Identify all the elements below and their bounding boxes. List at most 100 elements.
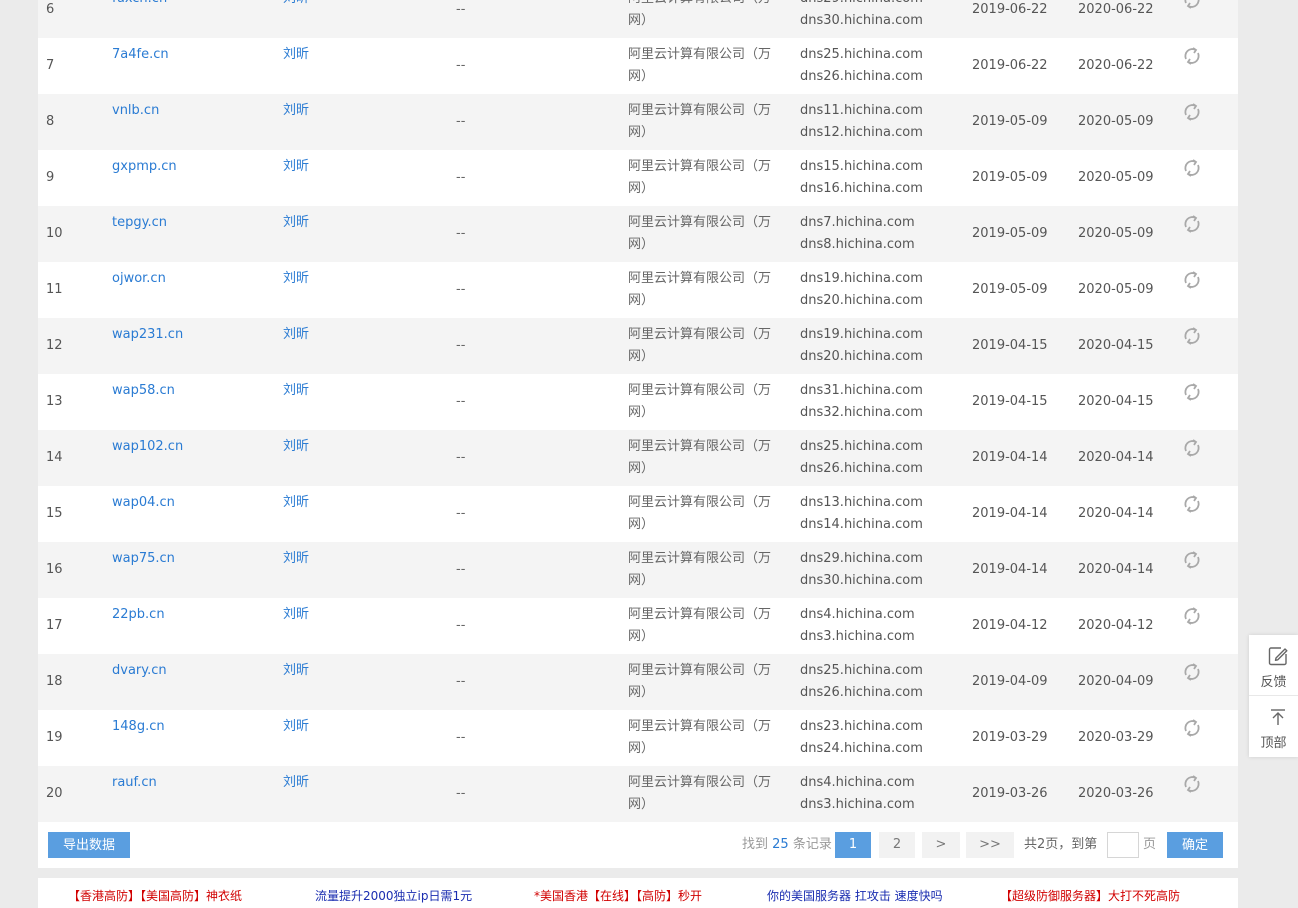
confirm-goto-button[interactable]: 确定 [1167,832,1223,858]
refresh-icon[interactable] [1182,382,1206,406]
owner-link[interactable]: 刘昕 [283,324,309,346]
row-number: 11 [46,282,63,297]
refresh-icon[interactable] [1182,102,1206,126]
expiration-date: 2020-04-15 [1078,394,1154,409]
table-row: 15 wap04.cn 刘昕 -- 阿里云计算有限公司（万网） dns13.hichina… [38,486,1238,542]
registrar-text: 阿里云计算有限公司（万网） [628,215,772,252]
dns-server-2: dns26.hichina.com [800,69,923,84]
empty-value: -- [456,394,466,409]
domain-link[interactable]: gxpmp.cn [112,156,177,178]
registration-date: 2019-04-15 [972,394,1048,409]
registration-date: 2019-04-09 [972,674,1048,689]
table-row: 12 wap231.cn 刘昕 -- 阿里云计算有限公司（万网） dns19.hichin… [38,318,1238,374]
registrar-text: 阿里云计算有限公司（万网） [628,551,772,588]
owner-link[interactable]: 刘昕 [283,44,309,66]
empty-value: -- [456,170,466,185]
refresh-icon[interactable] [1182,718,1206,742]
refresh-icon[interactable] [1182,270,1206,294]
registration-date: 2019-03-26 [972,786,1048,801]
refresh-icon[interactable] [1182,494,1206,518]
row-number: 15 [46,506,63,521]
dns-server-1: dns19.hichina.com [800,271,923,286]
dns-servers: dns29.hichina.com dns30.hichina.com [800,548,923,592]
domain-link[interactable]: 22pb.cn [112,604,165,626]
dns-servers: dns29.hichina.com dns30.hichina.com [800,0,923,32]
table-row: 11 ojwor.cn 刘昕 -- 阿里云计算有限公司（万网） dns19.hichina… [38,262,1238,318]
owner-link[interactable]: 刘昕 [283,716,309,738]
page-2-button[interactable]: 2 [879,832,915,858]
domain-link[interactable]: ojwor.cn [112,268,166,290]
refresh-icon[interactable] [1182,438,1206,462]
owner-link[interactable]: 刘昕 [283,380,309,402]
domain-link[interactable]: wap58.cn [112,380,175,402]
owner-link[interactable]: 刘昕 [283,436,309,458]
registration-date: 2019-06-22 [972,2,1048,17]
owner-link[interactable]: 刘昕 [283,604,309,626]
dns-servers: dns23.hichina.com dns24.hichina.com [800,716,923,760]
dns-server-1: dns19.hichina.com [800,327,923,342]
dns-servers: dns11.hichina.com dns12.hichina.com [800,100,923,144]
domain-link[interactable]: fuxcn.cn [112,0,167,10]
domain-link[interactable]: wap04.cn [112,492,175,514]
empty-value: -- [456,338,466,353]
goto-page-input[interactable] [1107,832,1139,858]
domain-link[interactable]: 7a4fe.cn [112,44,169,66]
owner-link[interactable]: 刘昕 [283,0,309,10]
refresh-icon[interactable] [1182,0,1206,14]
refresh-icon[interactable] [1182,774,1206,798]
expiration-date: 2020-04-12 [1078,618,1154,633]
owner-link[interactable]: 刘昕 [283,660,309,682]
dns-server-1: dns7.hichina.com [800,215,915,230]
domain-table: 6 fuxcn.cn 刘昕 -- 阿里云计算有限公司（万网） dns29.hichina.… [38,0,1238,822]
owner-link[interactable]: 刘昕 [283,268,309,290]
domain-link[interactable]: wap75.cn [112,548,175,570]
domain-link[interactable]: tepgy.cn [112,212,167,234]
dns-servers: dns19.hichina.com dns20.hichina.com [800,324,923,368]
back-to-top-button[interactable]: 顶部 [1249,696,1298,756]
domain-link[interactable]: vnlb.cn [112,100,159,122]
refresh-icon[interactable] [1182,326,1206,350]
export-data-button[interactable]: 导出数据 [48,832,130,858]
dns-server-2: dns32.hichina.com [800,405,923,420]
page-unit-label: 页 [1143,837,1157,852]
last-page-button[interactable]: >> [966,832,1014,858]
owner-link[interactable]: 刘昕 [283,492,309,514]
row-number: 20 [46,786,63,801]
dns-server-2: dns20.hichina.com [800,293,923,308]
dns-server-2: dns3.hichina.com [800,629,915,644]
expiration-date: 2020-05-09 [1078,170,1154,185]
dns-server-2: dns30.hichina.com [800,13,923,28]
dns-server-1: dns25.hichina.com [800,439,923,454]
owner-link[interactable]: 刘昕 [283,156,309,178]
domain-link[interactable]: wap102.cn [112,436,183,458]
refresh-icon[interactable] [1182,550,1206,574]
owner-link[interactable]: 刘昕 [283,772,309,794]
refresh-icon[interactable] [1182,662,1206,686]
refresh-icon[interactable] [1182,606,1206,630]
refresh-icon[interactable] [1182,46,1206,70]
refresh-icon[interactable] [1182,214,1206,238]
owner-link[interactable]: 刘昕 [283,548,309,570]
registrar-text: 阿里云计算有限公司（万网） [628,0,771,28]
domain-link[interactable]: 148g.cn [112,716,165,738]
next-page-button[interactable]: > [922,832,960,858]
registration-date: 2019-04-14 [972,506,1048,521]
refresh-icon[interactable] [1182,158,1206,182]
feedback-button[interactable]: 反馈 [1249,635,1298,696]
empty-value: -- [456,226,466,241]
registration-date: 2019-05-09 [972,170,1048,185]
expiration-date: 2020-05-09 [1078,282,1154,297]
owner-link[interactable]: 刘昕 [283,100,309,122]
table-footer: 导出数据 找到 25 条记录 1 2 > >> 共2页，到第 页 确定 [38,828,1238,868]
record-count-prefix: 找到 [742,837,769,852]
expiration-date: 2020-04-14 [1078,450,1154,465]
dns-server-1: dns23.hichina.com [800,719,923,734]
owner-link[interactable]: 刘昕 [283,212,309,234]
domain-link[interactable]: rauf.cn [112,772,157,794]
top-label: 顶部 [1260,736,1287,751]
domain-link[interactable]: dvary.cn [112,660,167,682]
feedback-label: 反馈 [1260,675,1287,690]
row-number: 18 [46,674,63,689]
domain-link[interactable]: wap231.cn [112,324,183,346]
page-1-button[interactable]: 1 [835,832,871,858]
